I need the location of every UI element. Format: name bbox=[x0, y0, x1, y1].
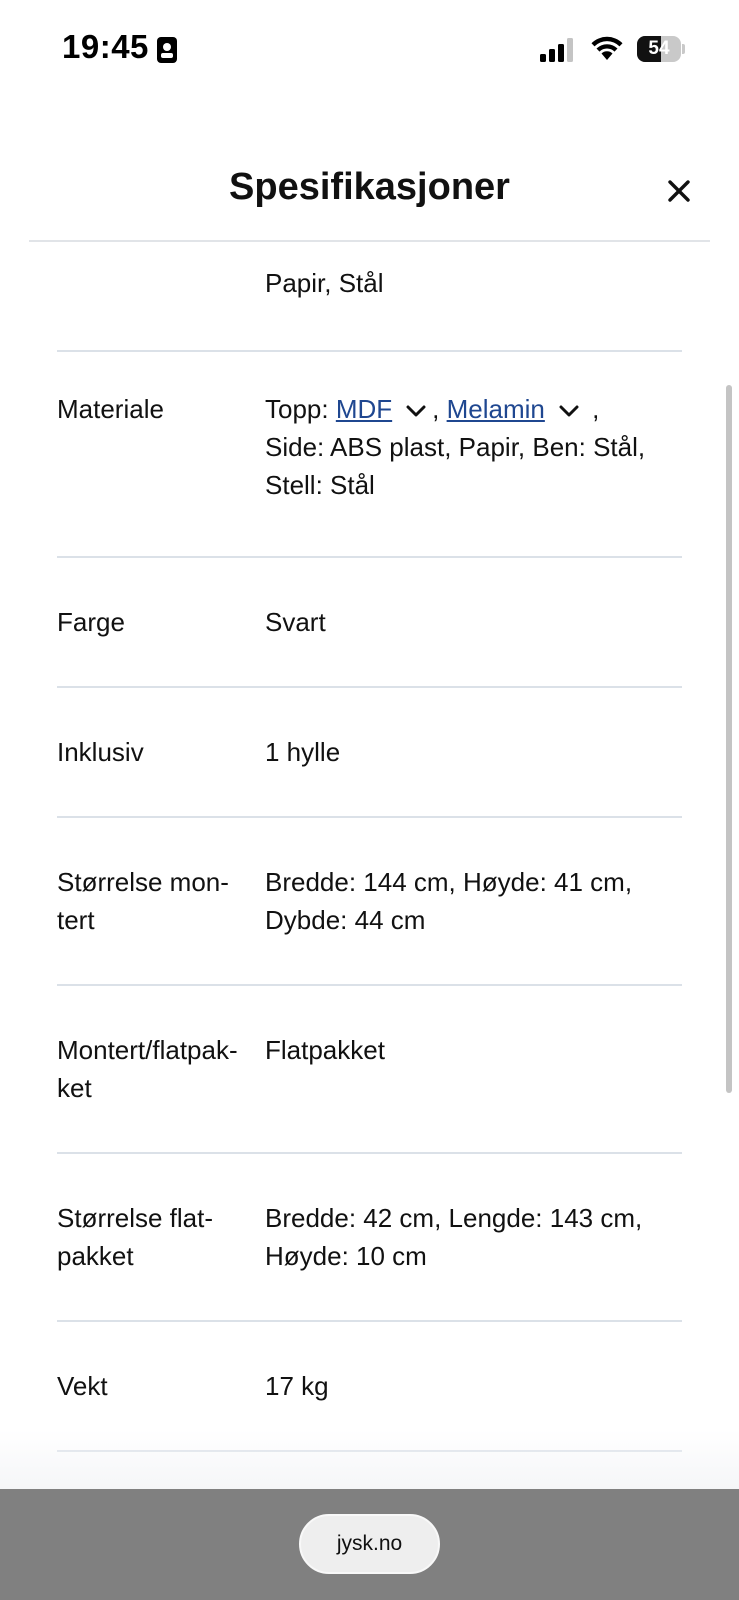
spec-row-assembled-flatpacked: Montert/flatpak- ket Flatpakket bbox=[57, 986, 682, 1154]
spec-value-material: Topp: MDF, Melamin , Side: ABS plast, Pa… bbox=[265, 390, 685, 504]
spec-value-line: Bredde: 144 cm, Høyde: 41 cm, bbox=[265, 867, 633, 897]
spec-row-size-flatpacked: Størrelse flat- pakket Bredde: 42 cm, Le… bbox=[57, 1154, 682, 1322]
bottom-fade bbox=[0, 1430, 739, 1489]
melamin-link[interactable]: Melamin bbox=[447, 394, 545, 424]
scrollbar[interactable] bbox=[726, 385, 732, 1093]
spec-label-line: pakket bbox=[57, 1241, 134, 1271]
status-bar: 19:45 54 bbox=[0, 0, 739, 100]
spec-label: Størrelse flat- pakket bbox=[57, 1199, 257, 1275]
specification-list: Papir, Stål Materiale Topp: MDF, Melamin… bbox=[57, 242, 682, 1452]
spec-value: 1 hylle bbox=[265, 737, 341, 767]
spec-label: Montert/flatpak- ket bbox=[57, 1031, 257, 1107]
spec-label: Vekt bbox=[57, 1371, 108, 1401]
close-icon bbox=[668, 180, 690, 202]
battery-level: 54 bbox=[648, 38, 670, 59]
spec-label-line: tert bbox=[57, 905, 95, 935]
spec-label-line: Størrelse mon- bbox=[57, 867, 229, 897]
spec-value: 17 kg bbox=[265, 1371, 329, 1401]
cellular-signal-icon bbox=[540, 38, 573, 62]
spec-value: Flatpakket bbox=[265, 1035, 385, 1065]
page-title: Spesifikasjoner bbox=[229, 166, 510, 208]
spec-label: Materiale bbox=[57, 394, 164, 424]
spec-row-size-assembled: Størrelse mon- tert Bredde: 144 cm, Høyd… bbox=[57, 818, 682, 986]
spec-label: Farge bbox=[57, 607, 125, 637]
close-button[interactable] bbox=[660, 172, 698, 210]
spec-value: Svart bbox=[265, 607, 326, 637]
material-trail: , bbox=[584, 394, 600, 424]
url-bar[interactable]: jysk.no bbox=[299, 1514, 440, 1574]
spec-row-partial: Papir, Stål bbox=[57, 242, 682, 352]
spec-label: Størrelse mon- tert bbox=[57, 863, 257, 939]
material-separator: , bbox=[432, 394, 447, 424]
wifi-icon bbox=[591, 36, 623, 60]
material-prefix: Topp: bbox=[265, 394, 336, 424]
spec-row-material: Materiale Topp: MDF, Melamin , Side: ABS… bbox=[57, 352, 682, 558]
spec-label-line: Montert/flatpak- bbox=[57, 1035, 238, 1065]
spec-value-line: Bredde: 42 cm, Lengde: 143 cm, bbox=[265, 1203, 643, 1233]
browser-bottom-bar: jysk.no bbox=[0, 1489, 739, 1600]
modal-header: Spesifikasjoner bbox=[0, 140, 739, 242]
spec-value: Papir, Stål bbox=[265, 268, 384, 298]
material-line-1: Topp: MDF, Melamin , bbox=[265, 390, 685, 428]
chevron-down-icon[interactable] bbox=[406, 405, 426, 417]
spec-row-color: Farge Svart bbox=[57, 558, 682, 688]
spec-value: Bredde: 144 cm, Høyde: 41 cm, Dybde: 44 … bbox=[265, 863, 685, 939]
mdf-link[interactable]: MDF bbox=[336, 394, 392, 424]
status-time: 19:45 bbox=[62, 28, 149, 65]
specifications-page: 19:45 54 Spesifikasjoner Papir, Stål Mat… bbox=[0, 0, 739, 1600]
chevron-down-icon[interactable] bbox=[559, 405, 579, 417]
spec-label-line: Størrelse flat- bbox=[57, 1203, 214, 1233]
material-line-2: Side: ABS plast, Papir, Ben: Stål, bbox=[265, 432, 646, 462]
battery-indicator: 54 bbox=[637, 36, 685, 62]
spec-label: Inklusiv bbox=[57, 737, 144, 767]
focus-contact-icon bbox=[157, 37, 177, 63]
spec-row-included: Inklusiv 1 hylle bbox=[57, 688, 682, 818]
spec-value-line: Høyde: 10 cm bbox=[265, 1241, 427, 1271]
spec-value-line: Dybde: 44 cm bbox=[265, 905, 426, 935]
spec-label-line: ket bbox=[57, 1073, 92, 1103]
spec-value: Bredde: 42 cm, Lengde: 143 cm, Høyde: 10… bbox=[265, 1199, 685, 1275]
material-line-3: Stell: Stål bbox=[265, 470, 375, 500]
